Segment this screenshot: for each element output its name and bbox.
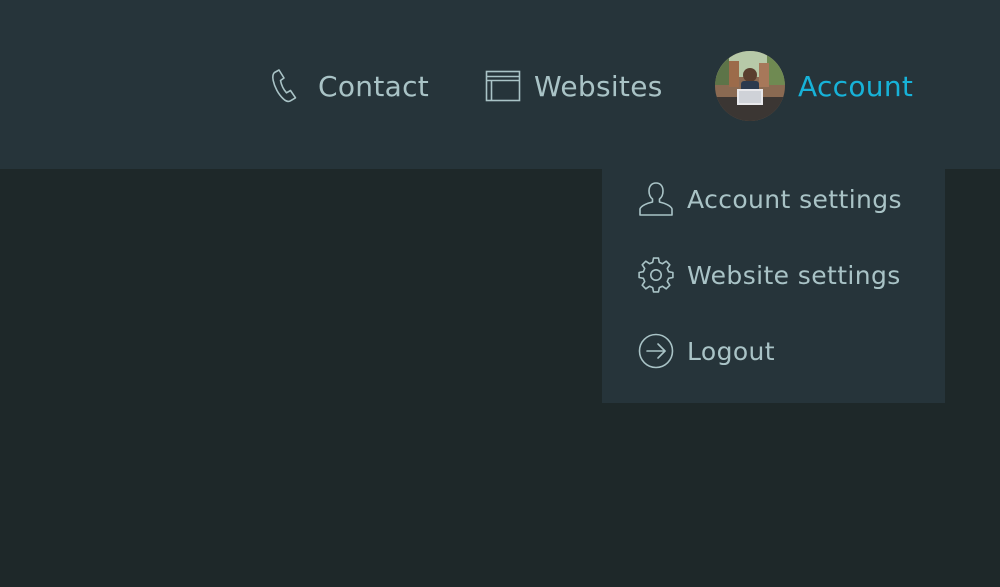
menu-item-label: Website settings [687,260,901,290]
nav-account-label: Account [798,69,914,103]
menu-item-website-settings[interactable]: Website settings [638,250,901,300]
user-icon [638,181,674,217]
account-dropdown-menu: Account settings Website settings Logout [602,144,945,403]
menu-item-label: Account settings [687,184,902,214]
nav-websites-label: Websites [534,69,663,103]
phone-icon [270,68,298,104]
nav-contact[interactable]: Contact [270,48,429,124]
menu-item-label: Logout [687,336,775,366]
menu-item-logout[interactable]: Logout [638,326,775,376]
nav-contact-label: Contact [318,69,430,103]
menu-item-account-settings[interactable]: Account settings [638,174,902,224]
browser-window-icon [485,70,521,102]
avatar[interactable] [715,51,785,121]
logout-icon [638,333,674,369]
nav-websites[interactable]: Websites [485,48,663,124]
gear-icon [638,257,674,293]
nav-account[interactable]: Account [715,48,913,124]
